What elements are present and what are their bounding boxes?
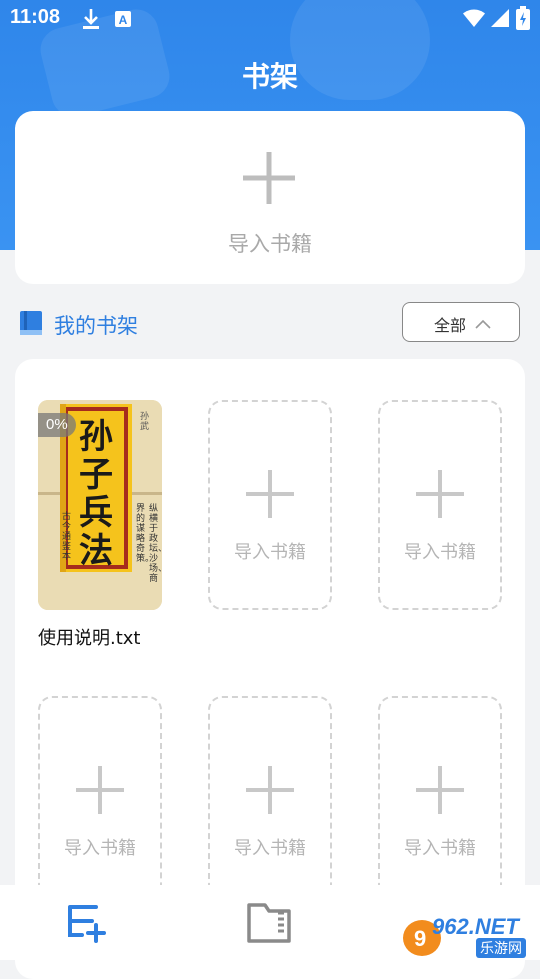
bookshelf-tab[interactable] <box>60 899 120 949</box>
import-book-slot[interactable]: 导入书籍 <box>38 696 162 906</box>
status-bar: 11:08 A <box>0 0 540 36</box>
chevron-up-icon <box>475 315 491 334</box>
book-cover[interactable]: 孙 子 兵 法 古今通鉴本 孙武 纵横于政坛、沙场、商 界的谋略奇策。 0% <box>38 400 162 610</box>
cover-title: 孙 子 兵 法 <box>79 417 113 571</box>
download-icon <box>82 8 100 34</box>
plus-icon <box>244 468 296 524</box>
watermark-sub: 乐游网 <box>476 938 526 958</box>
svg-text:9: 9 <box>414 926 426 951</box>
folder-icon <box>244 903 294 949</box>
import-book-slot[interactable]: 导入书籍 <box>208 696 332 906</box>
slot-label: 导入书籍 <box>404 542 476 563</box>
reading-progress-badge: 0% <box>38 413 76 437</box>
plus-icon <box>414 764 466 820</box>
import-book-slot[interactable]: 导入书籍 <box>378 696 502 906</box>
slot-label: 导入书籍 <box>404 838 476 859</box>
cover-author: 孙武 <box>140 412 150 432</box>
slot-label: 导入书籍 <box>234 542 306 563</box>
files-tab[interactable] <box>244 899 300 949</box>
filter-label: 全部 <box>434 316 467 335</box>
my-shelf-header: 我的书架 全部 <box>18 302 522 345</box>
battery-charging-icon <box>516 6 530 34</box>
wifi-icon <box>462 8 486 32</box>
page-title: 书架 <box>241 60 298 93</box>
watermark-logo: 9 962.NET 乐游网 <box>402 914 536 958</box>
cover-page-line-1: 纵横于政坛、沙场、商 <box>149 504 162 584</box>
book-icon <box>20 311 42 339</box>
watermark-brand: 962.NET <box>432 914 519 939</box>
slot-label: 导入书籍 <box>234 838 306 859</box>
cover-side-text: 古今通鉴本 <box>62 512 72 562</box>
accessibility-a-icon: A <box>114 10 132 32</box>
svg-text:A: A <box>119 13 128 27</box>
cover-page-line-2: 界的谋略奇策。 <box>136 504 155 564</box>
slot-label: 导入书籍 <box>64 838 136 859</box>
book-title[interactable]: 使用说明.txt <box>38 624 141 650</box>
status-time: 11:08 <box>10 6 61 28</box>
import-book-label[interactable]: 导入书籍 <box>0 228 540 258</box>
signal-icon <box>490 8 510 32</box>
my-shelf-title: 我的书架 <box>54 314 138 338</box>
import-plus-icon[interactable] <box>241 150 297 206</box>
plus-icon <box>244 764 296 820</box>
filter-dropdown-button[interactable]: 全部 <box>402 302 520 342</box>
plus-icon <box>414 468 466 524</box>
import-book-slot[interactable]: 导入书籍 <box>378 400 502 610</box>
plus-icon <box>74 764 126 820</box>
import-book-slot[interactable]: 导入书籍 <box>208 400 332 610</box>
bookshelf-add-icon <box>60 905 110 949</box>
